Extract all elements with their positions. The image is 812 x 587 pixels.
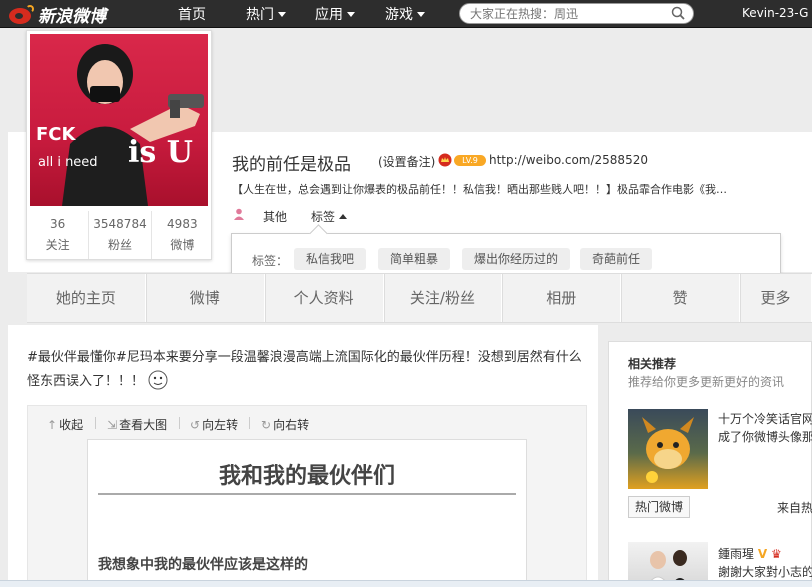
- nav-home-label: 首页: [178, 7, 206, 23]
- chevron-down-icon: [417, 12, 425, 17]
- tag-item[interactable]: 简单粗暴: [378, 248, 451, 270]
- set-remark-link[interactable]: (设置备注): [378, 153, 435, 170]
- recommend-user-name[interactable]: 鍾雨瑆 V ♛: [718, 545, 782, 562]
- view-large-button[interactable]: ⇲ 查看大图: [107, 416, 167, 433]
- verified-v-icon: V: [757, 547, 768, 561]
- recommend-sidebar: 相关推荐 推荐给你更多更新更好的资讯 十万个冷笑话官网 成了你微博头像那 热门微…: [608, 341, 812, 587]
- stat-value: 36: [50, 217, 66, 231]
- tab-likes[interactable]: 赞: [621, 274, 741, 322]
- profile-bio: 【人生在世，总会遇到让你爆表的极品前任！！私信我！晒出那些贱人吧！！】极品霏合作…: [232, 183, 727, 196]
- tab-profile[interactable]: 个人资料: [265, 274, 384, 322]
- bottom-bar: [0, 580, 812, 587]
- nav-games[interactable]: 游戏: [385, 4, 425, 24]
- gender-text: 其他: [263, 210, 288, 224]
- tab-weibo[interactable]: 微博: [146, 274, 265, 322]
- recommend-thumbnail[interactable]: [628, 409, 708, 489]
- recommend-text[interactable]: 十万个冷笑话官网 成了你微博头像那: [718, 410, 812, 446]
- avatar[interactable]: FCK all i need is U: [30, 34, 208, 206]
- tags-toggle[interactable]: 标签: [311, 208, 348, 225]
- level-badge[interactable]: LV.9: [454, 155, 486, 166]
- image-subtitle: 我想象中我的最伙伴应该是这样的: [98, 557, 308, 573]
- avatar-text: FCK: [36, 124, 77, 145]
- sidebar-title: 相关推荐: [628, 357, 677, 371]
- stat-posts[interactable]: 4983 微博: [152, 211, 213, 259]
- vip-crown-icon: ♛: [770, 547, 782, 561]
- nav-apps-label: 应用: [315, 7, 343, 23]
- stats-row: 36 关注 3548784 粉丝 4983 微博: [27, 211, 213, 259]
- avatar-text: is U: [128, 135, 193, 170]
- nav-hot-label: 热门: [246, 7, 274, 23]
- nav-home[interactable]: 首页: [178, 4, 206, 24]
- chevron-down-icon: [278, 12, 286, 17]
- top-navbar: 新浪微博 首页 热门 应用 游戏 Kevin-23-G: [0, 0, 812, 28]
- tab-home[interactable]: 她的主页: [27, 274, 146, 322]
- stat-following[interactable]: 36 关注: [27, 211, 90, 259]
- emoji-face-icon: [148, 370, 168, 390]
- tags-label: 标签：: [252, 254, 289, 268]
- divider: [98, 493, 516, 495]
- weibo-logo[interactable]: 新浪微博: [6, 2, 106, 27]
- post-body: #最伙伴最懂你#尼玛本来要分享一段温馨浪漫高端上流国际化的最伙伴历程！没想到居然…: [27, 350, 582, 389]
- tab-album[interactable]: 相册: [502, 274, 622, 322]
- rotate-left-button[interactable]: ↺ 向左转: [190, 416, 238, 433]
- nav-apps[interactable]: 应用: [315, 4, 355, 24]
- recommend-text: 謝謝大家對小志的: [718, 565, 812, 579]
- profile-url-link[interactable]: http://weibo.com/2588520: [489, 153, 648, 167]
- nav-hot[interactable]: 热门: [246, 4, 286, 24]
- cartoon-thumbnail-image: [642, 417, 694, 483]
- stat-value: 4983: [167, 217, 198, 231]
- user-name-link[interactable]: Kevin-23-G: [742, 6, 808, 20]
- tag-item[interactable]: 爆出你经历过的: [462, 248, 571, 270]
- user-name: 鍾雨瑆: [718, 547, 755, 561]
- chevron-down-icon: [347, 12, 355, 17]
- stat-label: 关注: [45, 238, 70, 252]
- stat-value: 3548784: [93, 217, 147, 231]
- arrow-up-icon: ↑: [47, 418, 58, 432]
- search-input[interactable]: [470, 4, 660, 23]
- tab-follow[interactable]: 关注/粉丝: [384, 274, 503, 322]
- vip-crown-icon[interactable]: [438, 153, 452, 167]
- tool-label: 向右转: [273, 418, 310, 432]
- chevron-up-icon: [339, 214, 348, 219]
- person-icon: [234, 208, 244, 220]
- rotate-right-icon: ↻: [261, 418, 272, 432]
- avatar-image: FCK all i need is U: [36, 44, 204, 206]
- zoom-icon: ⇲: [107, 418, 118, 432]
- tag-item[interactable]: 私信我吧: [294, 248, 367, 270]
- profile-name: 我的前任是极品: [232, 155, 351, 175]
- logo-text: 新浪微博: [38, 6, 106, 27]
- hot-weibo-button[interactable]: 热门微博: [628, 496, 691, 518]
- post-image[interactable]: 我和我的最伙伴们 我想象中我的最伙伴应该是这样的: [87, 439, 527, 587]
- image-title: 我和我的最伙伴们: [218, 464, 395, 489]
- avatar-text: all i need: [38, 155, 98, 170]
- tags-toggle-label: 标签: [311, 210, 336, 224]
- nav-games-label: 游戏: [385, 7, 413, 23]
- sidebar-subtitle: 推荐给你更多更新更好的资讯: [628, 375, 785, 389]
- weibo-eye-icon: [6, 3, 36, 25]
- stat-label: 微博: [170, 238, 195, 252]
- search-box: [459, 3, 694, 24]
- profile-tabs: 她的主页 微博 个人资料 关注/粉丝 相册 赞 更多: [27, 273, 812, 323]
- recommend-line: 十万个冷笑话官网: [718, 412, 812, 426]
- stat-label: 粉丝: [107, 238, 132, 252]
- tool-label: 收起: [59, 418, 84, 432]
- rotate-right-button[interactable]: ↻ 向右转: [261, 416, 309, 433]
- recommend-source[interactable]: 来自热: [777, 499, 812, 516]
- tool-label: 查看大图: [119, 418, 168, 432]
- tag-item[interactable]: 奇葩前任: [580, 248, 653, 270]
- rotate-left-icon: ↺: [190, 418, 201, 432]
- search-icon[interactable]: [671, 6, 685, 20]
- avatar-card: FCK all i need is U 36 关注 3548784 粉丝 4983 微…: [26, 30, 212, 260]
- collapse-button[interactable]: ↑ 收起: [47, 416, 83, 433]
- tab-more[interactable]: 更多: [740, 274, 812, 322]
- recommend-line: 成了你微博头像那: [718, 430, 812, 444]
- post-text: #最伙伴最懂你#尼玛本来要分享一段温馨浪漫高端上流国际化的最伙伴历程！没想到居然…: [27, 346, 582, 394]
- stat-followers[interactable]: 3548784 粉丝: [89, 211, 152, 259]
- tool-label: 向左转: [202, 418, 239, 432]
